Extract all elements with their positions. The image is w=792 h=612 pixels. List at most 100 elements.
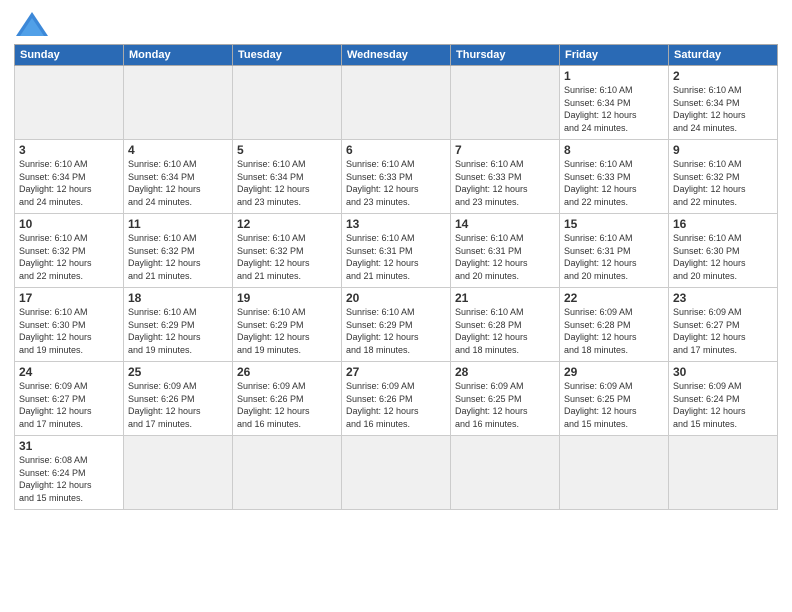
week-row-0: 1Sunrise: 6:10 AM Sunset: 6:34 PM Daylig… [15,66,778,140]
day-number: 24 [19,365,119,379]
day-number: 18 [128,291,228,305]
header [14,10,778,38]
day-number: 2 [673,69,773,83]
calendar-cell: 24Sunrise: 6:09 AM Sunset: 6:27 PM Dayli… [15,362,124,436]
calendar-cell: 1Sunrise: 6:10 AM Sunset: 6:34 PM Daylig… [560,66,669,140]
day-number: 7 [455,143,555,157]
day-info: Sunrise: 6:10 AM Sunset: 6:32 PM Dayligh… [237,232,337,282]
day-number: 5 [237,143,337,157]
calendar-cell: 23Sunrise: 6:09 AM Sunset: 6:27 PM Dayli… [669,288,778,362]
calendar-cell: 28Sunrise: 6:09 AM Sunset: 6:25 PM Dayli… [451,362,560,436]
week-row-4: 24Sunrise: 6:09 AM Sunset: 6:27 PM Dayli… [15,362,778,436]
day-info: Sunrise: 6:10 AM Sunset: 6:34 PM Dayligh… [564,84,664,134]
calendar-cell: 17Sunrise: 6:10 AM Sunset: 6:30 PM Dayli… [15,288,124,362]
calendar-cell: 16Sunrise: 6:10 AM Sunset: 6:30 PM Dayli… [669,214,778,288]
week-row-2: 10Sunrise: 6:10 AM Sunset: 6:32 PM Dayli… [15,214,778,288]
day-info: Sunrise: 6:10 AM Sunset: 6:31 PM Dayligh… [564,232,664,282]
calendar-cell: 10Sunrise: 6:10 AM Sunset: 6:32 PM Dayli… [15,214,124,288]
day-number: 19 [237,291,337,305]
day-number: 8 [564,143,664,157]
calendar-cell: 20Sunrise: 6:10 AM Sunset: 6:29 PM Dayli… [342,288,451,362]
day-number: 16 [673,217,773,231]
day-info: Sunrise: 6:10 AM Sunset: 6:28 PM Dayligh… [455,306,555,356]
day-number: 22 [564,291,664,305]
day-number: 11 [128,217,228,231]
day-number: 30 [673,365,773,379]
day-number: 9 [673,143,773,157]
calendar-cell [342,66,451,140]
day-info: Sunrise: 6:09 AM Sunset: 6:24 PM Dayligh… [673,380,773,430]
calendar-cell: 18Sunrise: 6:10 AM Sunset: 6:29 PM Dayli… [124,288,233,362]
day-info: Sunrise: 6:10 AM Sunset: 6:29 PM Dayligh… [237,306,337,356]
day-info: Sunrise: 6:10 AM Sunset: 6:32 PM Dayligh… [19,232,119,282]
calendar-cell [124,436,233,510]
calendar-cell: 11Sunrise: 6:10 AM Sunset: 6:32 PM Dayli… [124,214,233,288]
day-info: Sunrise: 6:10 AM Sunset: 6:32 PM Dayligh… [673,158,773,208]
calendar-body: 1Sunrise: 6:10 AM Sunset: 6:34 PM Daylig… [15,66,778,510]
calendar-cell: 29Sunrise: 6:09 AM Sunset: 6:25 PM Dayli… [560,362,669,436]
calendar-cell: 12Sunrise: 6:10 AM Sunset: 6:32 PM Dayli… [233,214,342,288]
day-info: Sunrise: 6:10 AM Sunset: 6:33 PM Dayligh… [564,158,664,208]
day-info: Sunrise: 6:09 AM Sunset: 6:25 PM Dayligh… [564,380,664,430]
day-number: 27 [346,365,446,379]
day-info: Sunrise: 6:10 AM Sunset: 6:34 PM Dayligh… [673,84,773,134]
header-day-saturday: Saturday [669,45,778,66]
week-row-5: 31Sunrise: 6:08 AM Sunset: 6:24 PM Dayli… [15,436,778,510]
day-number: 4 [128,143,228,157]
day-number: 20 [346,291,446,305]
calendar-cell: 22Sunrise: 6:09 AM Sunset: 6:28 PM Dayli… [560,288,669,362]
day-info: Sunrise: 6:10 AM Sunset: 6:34 PM Dayligh… [19,158,119,208]
header-day-monday: Monday [124,45,233,66]
calendar-cell: 15Sunrise: 6:10 AM Sunset: 6:31 PM Dayli… [560,214,669,288]
day-number: 14 [455,217,555,231]
day-number: 3 [19,143,119,157]
calendar-cell [669,436,778,510]
calendar-cell: 4Sunrise: 6:10 AM Sunset: 6:34 PM Daylig… [124,140,233,214]
calendar-cell: 7Sunrise: 6:10 AM Sunset: 6:33 PM Daylig… [451,140,560,214]
calendar-cell [451,66,560,140]
day-number: 12 [237,217,337,231]
week-row-1: 3Sunrise: 6:10 AM Sunset: 6:34 PM Daylig… [15,140,778,214]
calendar-cell: 26Sunrise: 6:09 AM Sunset: 6:26 PM Dayli… [233,362,342,436]
calendar-cell: 13Sunrise: 6:10 AM Sunset: 6:31 PM Dayli… [342,214,451,288]
calendar-cell: 6Sunrise: 6:10 AM Sunset: 6:33 PM Daylig… [342,140,451,214]
day-number: 1 [564,69,664,83]
header-day-wednesday: Wednesday [342,45,451,66]
calendar-cell: 25Sunrise: 6:09 AM Sunset: 6:26 PM Dayli… [124,362,233,436]
calendar-cell [15,66,124,140]
calendar-cell [560,436,669,510]
day-info: Sunrise: 6:09 AM Sunset: 6:26 PM Dayligh… [346,380,446,430]
day-info: Sunrise: 6:10 AM Sunset: 6:29 PM Dayligh… [346,306,446,356]
header-day-thursday: Thursday [451,45,560,66]
calendar-cell: 21Sunrise: 6:10 AM Sunset: 6:28 PM Dayli… [451,288,560,362]
day-number: 6 [346,143,446,157]
day-info: Sunrise: 6:10 AM Sunset: 6:31 PM Dayligh… [455,232,555,282]
day-info: Sunrise: 6:10 AM Sunset: 6:30 PM Dayligh… [19,306,119,356]
day-info: Sunrise: 6:10 AM Sunset: 6:33 PM Dayligh… [346,158,446,208]
day-info: Sunrise: 6:09 AM Sunset: 6:27 PM Dayligh… [673,306,773,356]
day-info: Sunrise: 6:09 AM Sunset: 6:25 PM Dayligh… [455,380,555,430]
day-info: Sunrise: 6:10 AM Sunset: 6:29 PM Dayligh… [128,306,228,356]
calendar-cell: 19Sunrise: 6:10 AM Sunset: 6:29 PM Dayli… [233,288,342,362]
day-info: Sunrise: 6:10 AM Sunset: 6:30 PM Dayligh… [673,232,773,282]
logo-icon [14,10,50,38]
calendar-cell: 2Sunrise: 6:10 AM Sunset: 6:34 PM Daylig… [669,66,778,140]
week-row-3: 17Sunrise: 6:10 AM Sunset: 6:30 PM Dayli… [15,288,778,362]
header-day-sunday: Sunday [15,45,124,66]
day-number: 17 [19,291,119,305]
day-number: 29 [564,365,664,379]
calendar-cell [233,436,342,510]
day-info: Sunrise: 6:10 AM Sunset: 6:32 PM Dayligh… [128,232,228,282]
logo [14,10,54,38]
calendar-table: SundayMondayTuesdayWednesdayThursdayFrid… [14,44,778,510]
calendar-cell [342,436,451,510]
calendar-cell: 30Sunrise: 6:09 AM Sunset: 6:24 PM Dayli… [669,362,778,436]
calendar-cell [233,66,342,140]
day-info: Sunrise: 6:09 AM Sunset: 6:26 PM Dayligh… [128,380,228,430]
day-number: 21 [455,291,555,305]
day-info: Sunrise: 6:08 AM Sunset: 6:24 PM Dayligh… [19,454,119,504]
day-number: 15 [564,217,664,231]
day-number: 28 [455,365,555,379]
calendar-cell: 14Sunrise: 6:10 AM Sunset: 6:31 PM Dayli… [451,214,560,288]
day-number: 23 [673,291,773,305]
